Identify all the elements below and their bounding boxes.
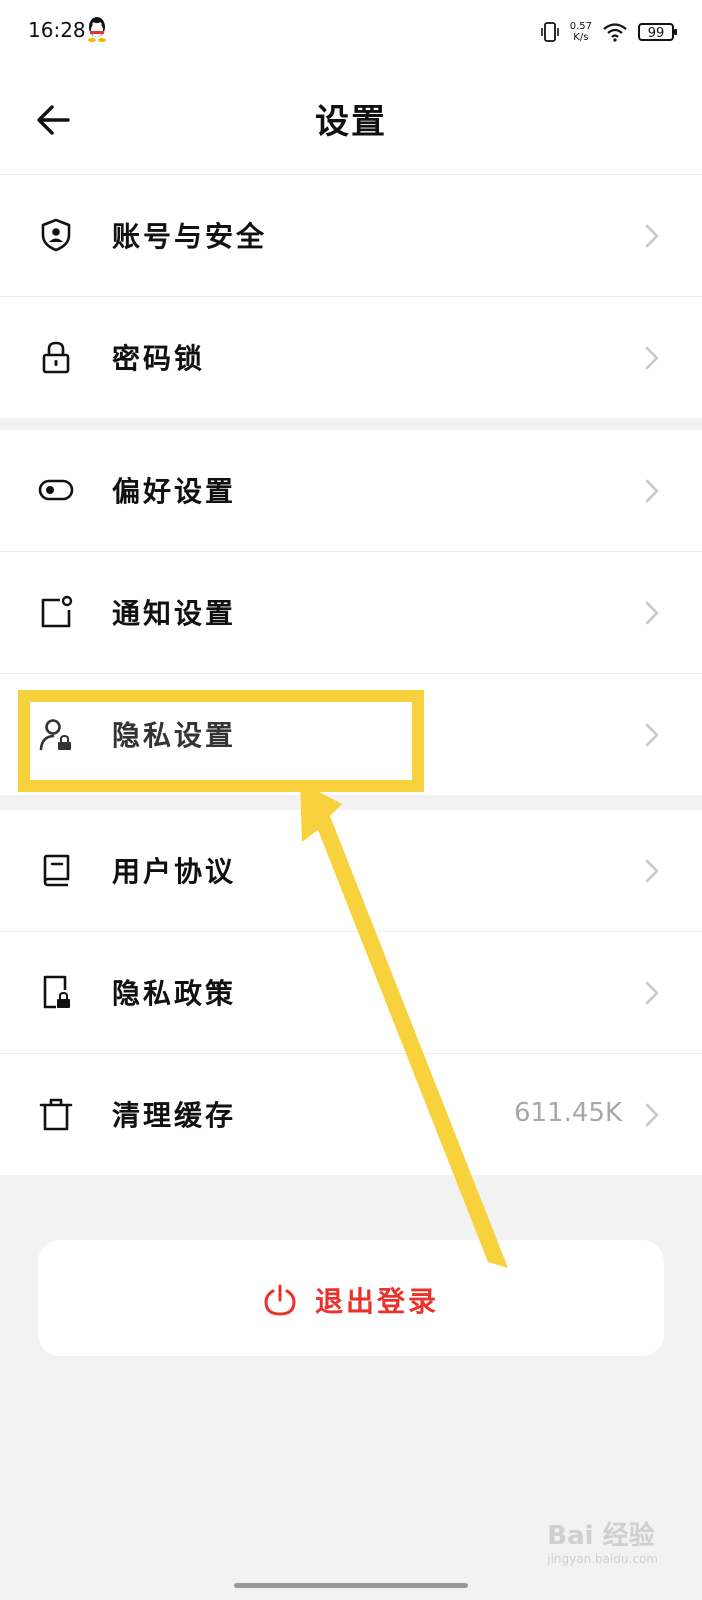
document-lock-icon	[43, 975, 70, 1009]
battery-icon: 99	[638, 23, 677, 41]
top-bar: 设置	[0, 64, 702, 175]
settings-item-label: 隐私政策	[112, 977, 237, 1010]
page-title: 设置	[315, 102, 387, 142]
settings-group-account: 账号与安全 密码锁	[0, 175, 702, 418]
settings-item-label: 账号与安全	[112, 220, 268, 253]
settings-item-label: 偏好设置	[112, 475, 237, 508]
lock-icon	[42, 341, 70, 374]
status-bar: 16:28 0.57 K/s 99	[0, 0, 702, 64]
watermark-sub: jingyan.baidu.com	[547, 1552, 658, 1566]
speed-value: 0.57	[569, 21, 592, 32]
settings-item-password-lock[interactable]: 密码锁	[0, 297, 702, 418]
wifi-icon	[603, 23, 627, 42]
chevron-right-icon	[645, 346, 659, 370]
watermark: Bai 经验 jingyan.baidu.com	[547, 1515, 658, 1566]
settings-item-notifications[interactable]: 通知设置	[0, 552, 702, 674]
speed-unit: K/s	[573, 32, 589, 43]
power-icon	[264, 1284, 296, 1316]
vibrate-icon	[540, 22, 559, 42]
toggle-icon	[38, 479, 74, 501]
settings-item-label: 用户协议	[112, 855, 237, 888]
settings-item-clear-cache[interactable]: 清理缓存 611.45K	[0, 1054, 702, 1175]
book-icon	[43, 854, 70, 887]
battery-level: 99	[647, 26, 665, 41]
settings-item-label: 通知设置	[112, 597, 237, 630]
settings-item-privacy-policy[interactable]: 隐私政策	[0, 932, 702, 1054]
settings-item-preferences[interactable]: 偏好设置	[0, 430, 702, 552]
settings-item-label: 密码锁	[112, 342, 206, 375]
qq-icon	[88, 17, 106, 42]
chevron-right-icon	[645, 479, 659, 503]
status-indicators: 0.57 K/s 99	[540, 18, 677, 46]
logout-label: 退出登录	[314, 1285, 439, 1318]
logout-content: 退出登录	[38, 1280, 664, 1320]
notification-icon	[41, 595, 73, 628]
cache-size-value: 611.45K	[513, 1098, 622, 1128]
network-speed: 0.57 K/s	[570, 21, 592, 43]
shield-user-icon	[41, 218, 71, 252]
chevron-right-icon	[645, 224, 659, 248]
settings-item-label: 清理缓存	[112, 1099, 237, 1132]
chevron-right-icon	[645, 601, 659, 625]
settings-item-account-security[interactable]: 账号与安全	[0, 175, 702, 297]
settings-group-legal: 用户协议 隐私政策 清理缓存 611.45K	[0, 810, 702, 1175]
chevron-right-icon	[645, 1103, 659, 1127]
home-indicator[interactable]	[234, 1583, 468, 1588]
chevron-right-icon	[645, 723, 659, 747]
logout-button[interactable]: 退出登录	[38, 1240, 664, 1356]
watermark-text: Bai 经验	[547, 1521, 655, 1551]
settings-item-user-agreement[interactable]: 用户协议	[0, 810, 702, 932]
chevron-right-icon	[645, 859, 659, 883]
trash-icon	[39, 1098, 73, 1131]
chevron-right-icon	[645, 981, 659, 1005]
status-time: 16:28	[28, 18, 86, 42]
highlight-box	[18, 690, 424, 792]
